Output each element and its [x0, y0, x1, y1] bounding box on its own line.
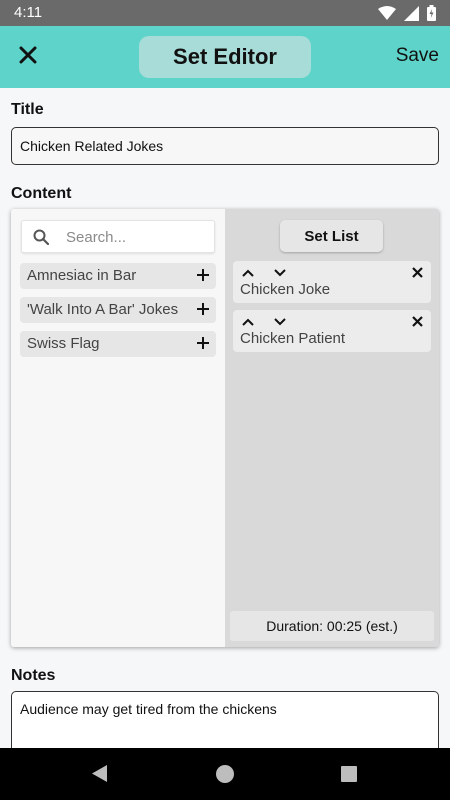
close-icon: [19, 46, 37, 69]
save-button[interactable]: Save: [396, 45, 439, 67]
set-list-item[interactable]: Chicken Joke: [233, 261, 431, 303]
available-item[interactable]: Amnesiac in Bar: [20, 263, 216, 289]
status-icons: [378, 5, 436, 26]
app-bar: Set Editor Save: [0, 26, 450, 88]
available-item-label: Amnesiac in Bar: [27, 267, 137, 284]
available-item-label: 'Walk Into A Bar' Jokes: [27, 301, 179, 318]
set-list-item-label: Chicken Joke: [240, 281, 331, 298]
available-item[interactable]: Swiss Flag: [20, 331, 216, 357]
close-button[interactable]: [12, 41, 44, 73]
notes-label: Notes: [11, 667, 56, 684]
status-bar: 4:11: [0, 0, 450, 26]
search-placeholder: Search...: [66, 229, 127, 246]
home-icon[interactable]: [216, 765, 234, 783]
add-icon[interactable]: [196, 336, 210, 355]
available-item-label: Swiss Flag: [27, 335, 100, 352]
content-panel: Search... Amnesiac in Bar 'Walk Into A B…: [11, 209, 439, 647]
back-icon[interactable]: [90, 764, 108, 788]
available-item[interactable]: 'Walk Into A Bar' Jokes: [20, 297, 216, 323]
content-label: Content: [11, 185, 72, 202]
close-icon[interactable]: [412, 314, 423, 332]
search-input[interactable]: Search...: [21, 220, 215, 253]
search-icon: [33, 229, 50, 250]
title-label: Title: [11, 101, 44, 118]
set-list-button[interactable]: Set List: [280, 220, 383, 252]
set-list-pane: Set List Chicken Joke Chicken Patient Du…: [225, 209, 439, 647]
recents-icon[interactable]: [341, 766, 357, 782]
title-input[interactable]: Chicken Related Jokes: [11, 127, 439, 165]
close-icon[interactable]: [412, 265, 423, 283]
wifi-icon: [378, 6, 396, 25]
duration-display: Duration: 00:25 (est.): [230, 611, 434, 641]
signal-icon: [404, 5, 419, 26]
battery-icon: [427, 5, 436, 26]
page-title: Set Editor: [139, 36, 311, 78]
add-icon[interactable]: [196, 302, 210, 321]
system-nav-bar: [0, 748, 450, 800]
available-items-pane: Search... Amnesiac in Bar 'Walk Into A B…: [11, 209, 225, 647]
add-icon[interactable]: [196, 268, 210, 287]
set-list-item[interactable]: Chicken Patient: [233, 310, 431, 352]
status-time: 4:11: [14, 4, 43, 21]
set-list-item-label: Chicken Patient: [240, 330, 346, 347]
